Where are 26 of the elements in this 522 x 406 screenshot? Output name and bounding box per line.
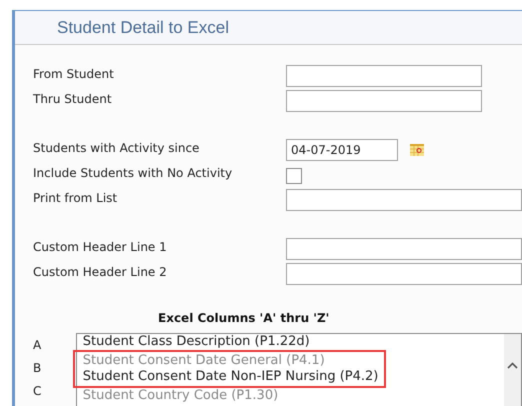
field-label: Students with Activity since: [33, 140, 200, 156]
list-option[interactable]: Student Consent Date General (P4.1): [82, 353, 325, 369]
text-field[interactable]: [286, 238, 522, 260]
field-label: Print from List: [33, 190, 118, 206]
list-option[interactable]: Student Country Code (P1.30): [82, 388, 278, 404]
list-option[interactable]: Student Consent Date Non-IEP Nursing (P4.2): [82, 369, 378, 385]
section-heading: Excel Columns 'A' thru 'Z': [158, 311, 330, 325]
calendar-icon[interactable]: [410, 144, 424, 156]
field-label: Include Students with No Activity: [33, 165, 234, 181]
text-field[interactable]: [286, 65, 482, 87]
text-field[interactable]: [286, 189, 522, 211]
text-field[interactable]: [286, 90, 482, 112]
text-field[interactable]: [286, 263, 522, 285]
field-label: Custom Header Line 1: [33, 239, 168, 255]
scroll-up-icon[interactable]: [507, 362, 518, 369]
column-letter: C: [33, 383, 42, 399]
column-listbox[interactable]: Student Class Description (P1.22d) Student Consent Date General (P4.1) Student Consent Date Non-IEP Nursing (P4.2) Student Country Code (P1.30): [76, 333, 522, 406]
column-letter: B: [33, 360, 42, 376]
list-option[interactable]: Student Class Description (P1.22d): [82, 334, 310, 350]
field-label: From Student: [33, 66, 115, 82]
field-label: Thru Student: [33, 91, 113, 107]
panel-title: Student Detail to Excel: [57, 16, 229, 39]
column-letter: A: [33, 337, 42, 353]
checkbox[interactable]: [286, 168, 302, 184]
field-label: Custom Header Line 2: [33, 264, 168, 280]
date-field[interactable]: 04-07-2019: [286, 139, 398, 161]
